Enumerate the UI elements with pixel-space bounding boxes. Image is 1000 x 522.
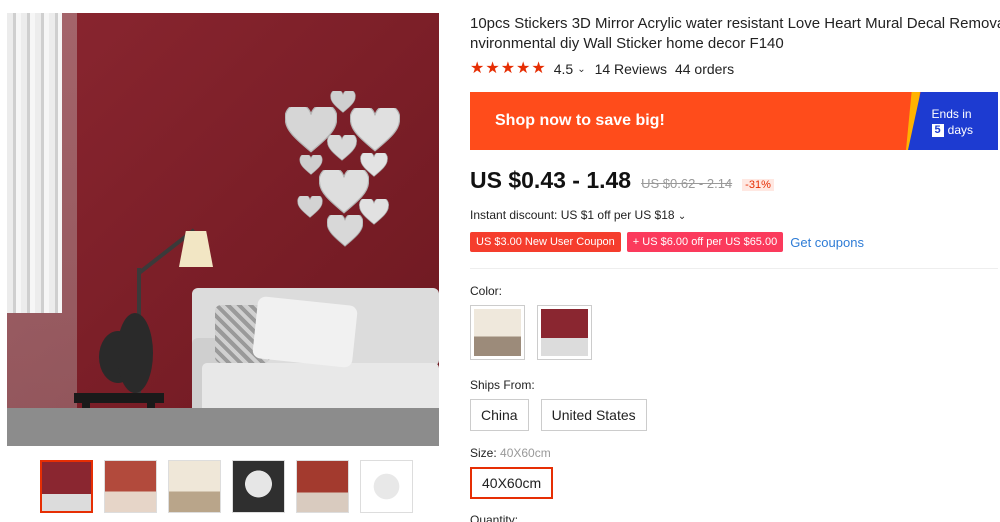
reviews-link[interactable]: 14 Reviews [595, 61, 667, 77]
ends-in-label: Ends in [931, 107, 972, 121]
ends-days-label: days [947, 123, 973, 137]
thumbnail-2[interactable] [104, 460, 157, 513]
promo-banner[interactable]: Shop now to save big! Ends in 5 days [470, 92, 998, 150]
mirror-heart-decal [326, 212, 364, 247]
size-options: 40X60cm [470, 467, 554, 499]
thumbnail-3[interactable] [168, 460, 221, 513]
size-label: Size: [470, 446, 497, 460]
mirror-heart-decal [359, 197, 389, 225]
star-icon: ★ [470, 60, 485, 77]
star-rating: ★ ★ ★ ★ ★ [470, 61, 546, 77]
color-swatch [474, 309, 521, 356]
floor [7, 408, 439, 446]
rating-row: ★ ★ ★ ★ ★ 4.5 ⌄ 14 Reviews 44 orders [470, 59, 734, 79]
product-title: 10pcs Stickers 3D Mirror Acrylic water r… [470, 14, 1000, 54]
star-icon: ★ [500, 60, 516, 77]
thumbnail-6[interactable] [360, 460, 413, 513]
mirror-heart-decal [297, 194, 323, 218]
mirror-heart-decal [349, 104, 401, 152]
thumbnail-strip [40, 460, 413, 513]
star-icon: ★ [485, 60, 500, 77]
product-title-line-2: nvironmental diy Wall Sticker home decor… [470, 35, 784, 52]
price-row: US $0.43 - 1.48 US $0.62 - 2.14 -31% [470, 167, 774, 194]
ships-from-label: Ships From: [470, 378, 535, 392]
color-label: Color: [470, 284, 503, 298]
color-option-light[interactable] [470, 305, 525, 360]
get-coupons-link[interactable]: Get coupons [790, 235, 864, 250]
rating-value[interactable]: 4.5 [554, 61, 573, 77]
chevron-down-icon: ⌄ [677, 211, 687, 222]
thumbnail-4[interactable] [232, 460, 285, 513]
ships-from-united-states[interactable]: United States [540, 399, 647, 431]
star-icon: ★ [531, 60, 546, 77]
original-price: US $0.62 - 2.14 [641, 176, 733, 191]
banner-text: Shop now to save big! [495, 112, 665, 129]
countdown: Ends in 5 days [931, 106, 973, 138]
instant-discount[interactable]: Instant discount: US $1 off per US $18 ⌄ [470, 208, 686, 222]
size-option-40x60[interactable]: 40X60cm [470, 467, 554, 499]
store-coupon[interactable]: + US $6.00 off per US $65.00 [626, 232, 784, 252]
divider [470, 268, 998, 269]
orders-count: 44 orders [674, 61, 735, 77]
size-selected-value: 40X60cm [500, 446, 551, 460]
thumbnail-1[interactable] [40, 460, 93, 513]
mirror-heart-decal [327, 133, 357, 161]
size-label-row: Size: 40X60cm [470, 446, 551, 460]
curtain [7, 13, 62, 313]
coupons-row: US $3.00 New User Coupon + US $6.00 off … [470, 232, 864, 252]
quantity-label: Quantity: [470, 513, 519, 522]
ends-days-number: 5 [931, 123, 944, 137]
color-swatch [541, 309, 588, 356]
ships-from-options: China United States [470, 399, 647, 431]
current-price: US $0.43 - 1.48 [470, 167, 632, 193]
instant-discount-text: Instant discount: US $1 off per US $18 [470, 208, 675, 222]
color-option-red-wall[interactable] [537, 305, 592, 360]
chevron-down-icon[interactable]: ⌄ [577, 64, 585, 75]
new-user-coupon[interactable]: US $3.00 New User Coupon [470, 232, 621, 252]
thumbnail-5[interactable] [296, 460, 349, 513]
vase [117, 313, 153, 393]
ships-from-china[interactable]: China [470, 399, 529, 431]
color-options [470, 305, 592, 360]
product-title-line-1: 10pcs Stickers 3D Mirror Acrylic water r… [470, 15, 1000, 32]
discount-badge: -31% [742, 179, 774, 191]
main-product-image[interactable] [7, 13, 439, 446]
mirror-heart-decal [330, 89, 356, 113]
pillow [252, 295, 358, 369]
star-icon: ★ [516, 60, 531, 77]
